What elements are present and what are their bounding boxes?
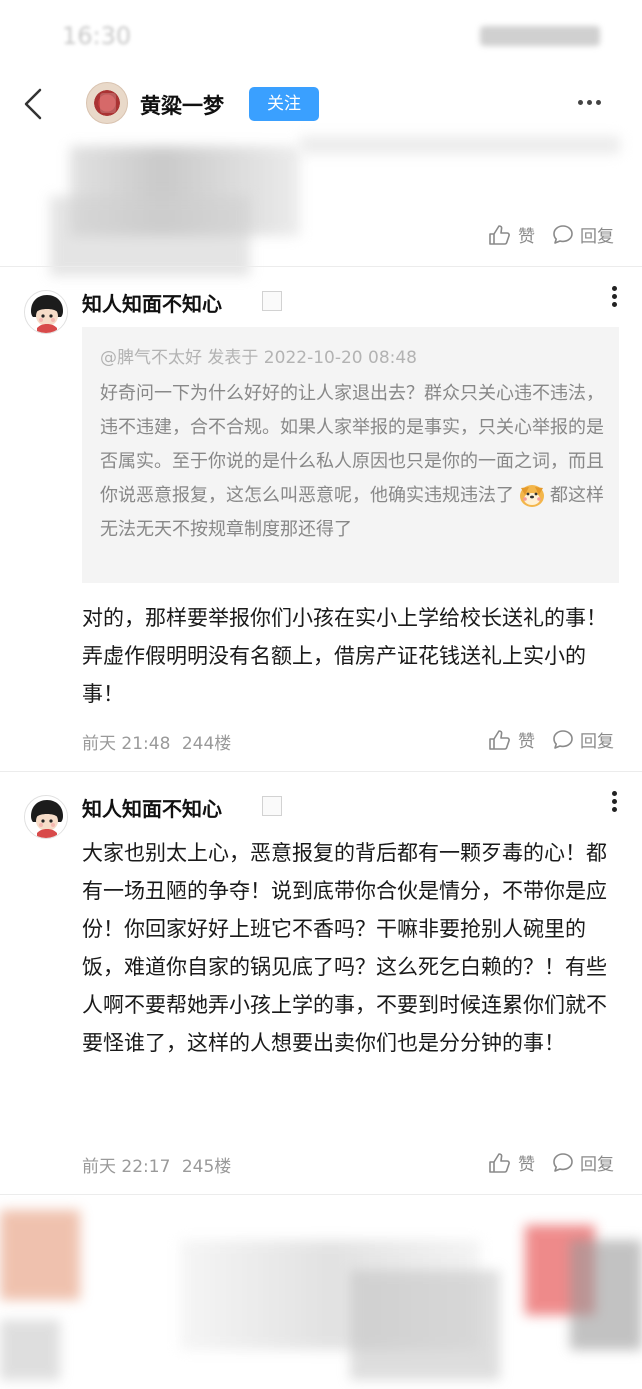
quote-header: @脾气不太好 发表于 2022-10-20 08:48 [100, 348, 417, 368]
level-badge [262, 796, 282, 816]
comment-floor: 245楼 [181, 1157, 232, 1177]
redaction-smudge [0, 1210, 80, 1300]
status-bar: 16:30 [0, 0, 642, 70]
reply-label: 回复 [580, 227, 614, 247]
comment-username[interactable]: 知人知面不知心 [82, 793, 222, 822]
level-badge [262, 291, 282, 311]
comment-options-icon[interactable] [612, 791, 618, 813]
reply-button[interactable]: 回复 [552, 1150, 614, 1175]
user-avatar[interactable] [24, 795, 68, 839]
user-avatar[interactable] [24, 290, 68, 334]
redaction-smudge [0, 1320, 60, 1380]
thumbs-up-icon [489, 224, 510, 245]
comment-options-icon[interactable] [612, 286, 618, 308]
comment-bubble-icon [553, 224, 573, 244]
dog-face-emoji-icon [520, 485, 544, 507]
like-button[interactable]: 赞 [488, 1150, 535, 1175]
redaction-smudge [570, 1240, 642, 1350]
quote-text: 好奇问一下为什么好好的让人家退出去？群众只关心违不违法，违不违建，合不合规。如果… [100, 377, 605, 547]
comment-body: 大家也别太上心，恶意报复的背后都有一颗歹毒的心！都有一场丑陋的争夺！说到底带你合… [82, 841, 607, 1055]
like-button[interactable]: 赞 [488, 222, 535, 247]
comment-time: 前天 21:48 [82, 734, 171, 754]
thumbs-up-icon [489, 1152, 510, 1173]
like-label: 赞 [518, 732, 535, 752]
status-icons [480, 26, 600, 46]
divider [0, 771, 642, 772]
thumbs-up-icon [489, 729, 510, 750]
more-options-icon[interactable] [578, 100, 602, 106]
reply-label: 回复 [580, 1155, 614, 1175]
like-button[interactable]: 赞 [488, 727, 535, 752]
redaction-smudge [350, 1270, 500, 1380]
comment-time: 前天 22:17 [82, 1157, 171, 1177]
follow-button[interactable]: 关注 [249, 87, 319, 121]
like-label: 赞 [518, 1155, 535, 1175]
comment-meta: 前天 22:17 245楼 [82, 1152, 231, 1177]
comment-bubble-icon [553, 1152, 573, 1172]
comment-floor: 244楼 [181, 734, 232, 754]
comment-body: 对的，那样要举报你们小孩在实小上学给校长送礼的事！弄虚作假明明没有名额上，借房产… [82, 606, 607, 706]
prev-comment-tail: 赞 回复 [0, 136, 642, 276]
nav-bar: 黄粱一梦 关注 [0, 72, 642, 136]
cartoon-girl-avatar-icon [25, 291, 67, 333]
reply-button[interactable]: 回复 [552, 727, 614, 752]
quoted-reply: @脾气不太好 发表于 2022-10-20 08:48 好奇问一下为什么好好的让… [82, 327, 619, 583]
cartoon-girl-avatar-icon [25, 796, 67, 838]
redaction-bar [300, 136, 620, 154]
like-label: 赞 [518, 227, 535, 247]
reply-label: 回复 [580, 732, 614, 752]
author-avatar[interactable] [86, 82, 128, 124]
status-time: 16:30 [62, 22, 132, 50]
comment-meta: 前天 21:48 244楼 [82, 729, 231, 754]
back-arrow-icon[interactable] [20, 86, 48, 122]
divider [0, 1194, 642, 1195]
divider [0, 266, 642, 267]
redaction-smudge [50, 196, 250, 276]
reply-button[interactable]: 回复 [552, 222, 614, 247]
comment-username[interactable]: 知人知面不知心 [82, 288, 222, 317]
comment-bubble-icon [553, 729, 573, 749]
author-name[interactable]: 黄粱一梦 [140, 90, 224, 120]
